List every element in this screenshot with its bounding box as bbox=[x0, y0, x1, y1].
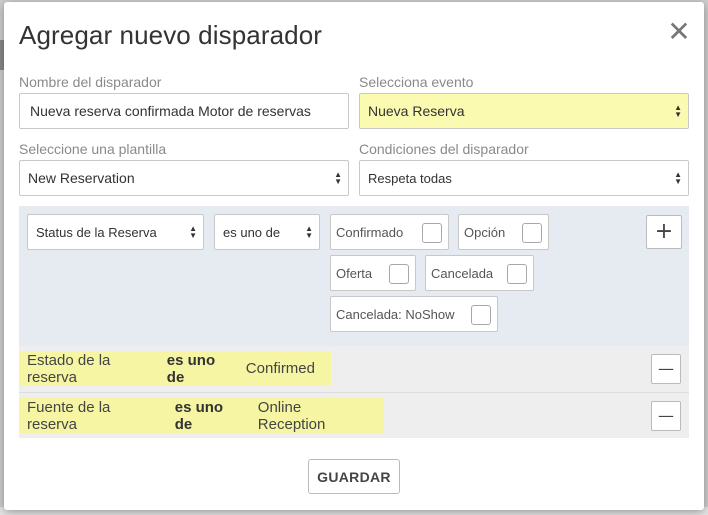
option-oferta: Oferta bbox=[330, 255, 416, 291]
rule-field: Estado de la reserva bbox=[27, 351, 111, 386]
option-label: Opción bbox=[464, 224, 506, 240]
option-label: Cancelada bbox=[431, 265, 494, 281]
option-confirmado: Confirmado bbox=[330, 214, 449, 250]
option-label: Cancelada: NoShow bbox=[336, 306, 455, 322]
modal-title: Agregar nuevo disparador bbox=[19, 20, 323, 50]
option-cancelada-noshow: Cancelada: NoShow bbox=[330, 296, 498, 332]
checkbox[interactable] bbox=[389, 264, 409, 284]
checkbox[interactable] bbox=[522, 223, 542, 243]
rule-field: Fuente de la reserva bbox=[27, 398, 111, 433]
condition-builder: Status de la Reserva ▲ ▼ es uno de ▲ ▼ Con… bbox=[19, 206, 689, 346]
rule-row: Fuente de la reserva es uno de Online Re… bbox=[19, 392, 689, 438]
option-label: Confirmado bbox=[336, 224, 404, 240]
remove-rule-button[interactable]: — bbox=[651, 354, 681, 384]
remove-rule-button[interactable]: — bbox=[651, 401, 681, 431]
select-arrows-icon: ▲ ▼ bbox=[674, 170, 682, 186]
template-select-value: New Reservation bbox=[28, 170, 135, 186]
select-arrows-icon: ▲ ▼ bbox=[305, 224, 313, 240]
template-select[interactable]: New Reservation ▲ ▼ bbox=[19, 160, 349, 196]
option-label: Oferta bbox=[336, 265, 373, 281]
rule-value: Online Reception bbox=[257, 398, 326, 433]
checkbox[interactable] bbox=[471, 305, 491, 325]
condition-field-value: Status de la Reserva bbox=[36, 224, 157, 240]
select-arrows-icon: ▲ ▼ bbox=[334, 170, 342, 186]
save-button[interactable]: GUARDAR bbox=[308, 459, 400, 494]
checkbox[interactable] bbox=[422, 223, 442, 243]
conditions-label: Condiciones del disparador bbox=[359, 141, 529, 157]
condition-operator-value: es uno de bbox=[223, 224, 281, 240]
option-opcion: Opción bbox=[458, 214, 549, 250]
select-arrows-icon: ▲ ▼ bbox=[674, 103, 682, 119]
trigger-name-input[interactable] bbox=[19, 93, 349, 129]
checkbox[interactable] bbox=[507, 264, 527, 284]
select-arrows-icon: ▲ ▼ bbox=[189, 224, 197, 240]
rule-operator: es uno de bbox=[166, 351, 216, 386]
add-condition-button[interactable]: + bbox=[646, 215, 682, 249]
conditions-select-value: Respeta todas bbox=[368, 170, 452, 186]
event-label: Selecciona evento bbox=[359, 74, 474, 90]
rule-highlight: Estado de la reserva es uno de Confirmed bbox=[19, 351, 331, 386]
template-label: Seleccione una plantilla bbox=[19, 141, 167, 157]
option-cancelada: Cancelada bbox=[425, 255, 534, 291]
condition-operator-select[interactable]: es uno de ▲ ▼ bbox=[214, 214, 320, 250]
rule-highlight: Fuente de la reserva es uno de Online Re… bbox=[19, 398, 384, 433]
conditions-select[interactable]: Respeta todas ▲ ▼ bbox=[359, 160, 689, 196]
trigger-name-label: Nombre del disparador bbox=[19, 74, 162, 90]
close-icon[interactable]: ✕ bbox=[664, 18, 694, 48]
event-select-value: Nueva Reserva bbox=[368, 103, 465, 119]
rule-row: Estado de la reserva es uno de Confirmed… bbox=[19, 346, 689, 392]
rule-value: Confirmed bbox=[245, 360, 315, 377]
event-select[interactable]: Nueva Reserva ▲ ▼ bbox=[359, 93, 689, 129]
rule-operator: es uno de bbox=[174, 398, 224, 433]
add-trigger-modal: Agregar nuevo disparador ✕ Nombre del di… bbox=[4, 2, 704, 510]
condition-field-select[interactable]: Status de la Reserva ▲ ▼ bbox=[27, 214, 204, 250]
